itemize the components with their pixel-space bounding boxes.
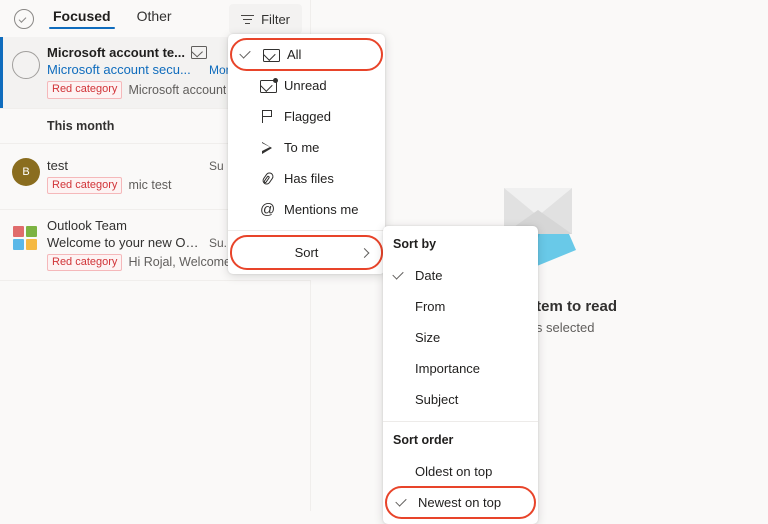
tab-other[interactable]: Other — [133, 8, 176, 29]
filter-menu-item-label: To me — [284, 140, 320, 155]
sort-menu-item-subject[interactable]: Subject — [383, 384, 538, 415]
avatar-initial: B — [22, 165, 30, 178]
sort-order-section-title: Sort order — [393, 433, 454, 447]
filter-menu-item-sort[interactable]: Sort — [230, 235, 383, 270]
menu-divider — [228, 230, 385, 231]
sort-menu-item-newest-on-top[interactable]: Newest on top — [385, 486, 536, 519]
sort-submenu-label: Sort — [294, 245, 319, 260]
filter-menu-item-label: All — [287, 47, 302, 62]
outlook-app-window: Focused Other Filter Microsoft account t… — [0, 0, 768, 524]
filter-menu-item-to-me[interactable]: To me — [228, 132, 385, 163]
tab-focused-label: Focused — [53, 8, 111, 24]
filter-menu-item-flagged[interactable]: Flagged — [228, 101, 385, 132]
filter-menu-item-mentions-me[interactable]: @ Mentions me — [228, 194, 385, 225]
filter-menu-item-label: Has files — [284, 171, 334, 186]
microsoft-logo-icon — [13, 225, 37, 250]
filter-menu-item-unread[interactable]: Unread — [228, 70, 385, 101]
filter-button-label: Filter — [261, 11, 290, 27]
paperclip-icon — [258, 170, 280, 187]
checkmark-placeholder — [228, 132, 258, 163]
flag-icon — [258, 109, 280, 125]
envelope-icon — [261, 47, 283, 63]
message-preview: mic test — [128, 178, 172, 193]
filter-menu-item-all[interactable]: All — [230, 38, 383, 71]
category-badge: Red category — [47, 176, 123, 195]
filter-button[interactable]: Filter — [229, 4, 302, 34]
category-badge: Red category — [47, 81, 123, 99]
envelope-icon[interactable] — [190, 46, 207, 59]
message-subject: Welcome to your new Ou... — [47, 234, 199, 250]
sort-menu-item-label: Size — [415, 330, 441, 345]
filter-menu-item-has-files[interactable]: Has files — [228, 163, 385, 194]
sort-menu-item-label: Date — [415, 268, 443, 283]
chevron-right-icon — [359, 247, 370, 258]
avatar — [12, 51, 40, 79]
message-date: Su. — [209, 235, 228, 250]
sort-menu-item-importance[interactable]: Importance — [383, 353, 538, 384]
message-subject: Microsoft account secu... — [47, 62, 191, 77]
sort-menu-item-label: Importance — [415, 361, 481, 376]
circle-check-icon[interactable] — [14, 8, 34, 29]
message-sender: Outlook Team — [47, 217, 127, 233]
filter-icon — [241, 14, 255, 24]
filter-menu-item-label: Mentions me — [284, 202, 359, 217]
sort-menu-item-label: Subject — [415, 392, 459, 407]
checkmark-placeholder — [383, 384, 415, 415]
message-sender: Microsoft account te... — [47, 45, 185, 60]
avatar: B — [12, 157, 40, 186]
checkmark-placeholder — [228, 70, 258, 101]
sort-submenu: Sort by Date From Size Importance Subjec… — [383, 226, 538, 524]
checkmark-placeholder — [383, 456, 415, 487]
category-badge: Red category — [47, 253, 123, 272]
tab-focused[interactable]: Focused — [49, 8, 115, 29]
sort-menu-item-from[interactable]: From — [383, 291, 538, 322]
sort-menu-item-label: Oldest on top — [415, 464, 493, 479]
tab-other-label: Other — [136, 8, 172, 24]
sort-menu-item-size[interactable]: Size — [383, 322, 538, 353]
filter-menu-item-label: Unread — [284, 78, 327, 93]
checkmark-placeholder — [228, 163, 258, 194]
checkmark-placeholder — [383, 353, 415, 384]
checkmark-icon — [386, 487, 418, 518]
checkmark-placeholder — [228, 101, 258, 132]
at-sign-icon: @ — [260, 200, 276, 218]
checkmark-placeholder — [228, 194, 258, 225]
envelope-dot-icon — [258, 77, 280, 94]
sort-menu-item-label: From — [415, 299, 446, 314]
sort-menu-item-oldest-on-top[interactable]: Oldest on top — [383, 456, 538, 487]
checkmark-placeholder — [383, 322, 415, 353]
message-preview: Microsoft account — [128, 82, 227, 97]
sort-menu-item-label: Newest on top — [418, 495, 502, 510]
send-arrow-icon — [258, 140, 280, 156]
sort-menu-item-date[interactable]: Date — [383, 260, 538, 291]
checkmark-icon — [383, 260, 415, 291]
checkmark-icon — [231, 39, 261, 70]
filter-menu-item-label: Flagged — [284, 109, 331, 124]
filter-menu: All Unread Flagged To me Has files @ Men… — [228, 34, 385, 274]
message-sender: test — [47, 157, 68, 173]
message-date: Su — [209, 158, 224, 173]
checkmark-placeholder — [383, 291, 415, 322]
sort-by-section-title: Sort by — [393, 237, 437, 251]
